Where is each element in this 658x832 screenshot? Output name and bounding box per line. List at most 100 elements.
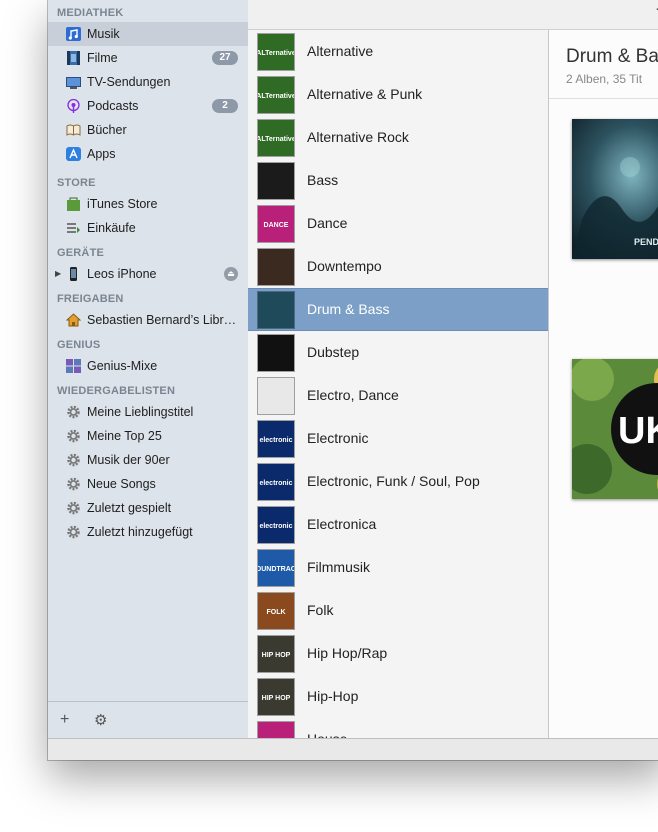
- sidebar-section-header: GERÄTE: [57, 247, 105, 259]
- genre-artwork: ALTernative: [256, 120, 296, 156]
- sidebar-item-label: Musik: [87, 27, 120, 41]
- sidebar-item-musik-der-90er[interactable]: Musik der 90er: [48, 448, 248, 472]
- divider: [549, 98, 658, 99]
- album-text: PENDUL: [634, 237, 658, 247]
- eject-icon[interactable]: ⏏: [224, 267, 238, 281]
- genre-artwork: [258, 378, 294, 414]
- genre-artwork: [258, 335, 294, 371]
- add-playlist-button[interactable]: +: [60, 711, 69, 729]
- sidebar-item-itunes-store[interactable]: iTunes Store: [48, 192, 248, 216]
- album-art-underwater: PENDUL: [572, 119, 658, 259]
- genre-title: Drum & Ba: [566, 46, 658, 67]
- genre-item-alternative-rock[interactable]: ALTernative Alternative Rock: [248, 116, 548, 159]
- genre-item-dance[interactable]: DANCE Dance: [248, 202, 548, 245]
- sidebar-item-label: Zuletzt hinzugefügt: [87, 525, 193, 539]
- genre-artwork: electronic: [258, 507, 294, 543]
- genre-label: House: [307, 718, 347, 738]
- genre-label: Folk: [307, 602, 334, 618]
- sidebar-item-leos-iphone[interactable]: ▶ Leos iPhone ⏏: [48, 262, 248, 286]
- sidebar-item-label: Podcasts: [87, 99, 139, 113]
- genre-label: Bass: [307, 172, 339, 188]
- genre-label: Filmmusik: [307, 559, 370, 575]
- top-bar: T: [248, 0, 658, 30]
- svg-text:electronic: electronic: [259, 523, 292, 530]
- genre-label: Hip Hop/Rap: [307, 645, 388, 661]
- svg-text:HIP HOP: HIP HOP: [262, 695, 291, 702]
- genre-label: Alternative Rock: [307, 129, 409, 145]
- sidebar-item-einkäufe[interactable]: Einkäufe: [48, 216, 248, 240]
- sidebar-item-bücher[interactable]: Bücher: [48, 118, 248, 142]
- genre-label: Dance: [307, 215, 348, 231]
- genre-artwork: [258, 249, 294, 285]
- genre-item-alternative-punk[interactable]: ALTernative Alternative & Punk: [248, 73, 548, 116]
- genre-label: Alternative: [307, 43, 374, 59]
- genre-item-electronic[interactable]: electronic Electronic: [248, 417, 548, 460]
- sidebar-section-header: FREIGABEN: [57, 293, 124, 305]
- sidebar-item-label: Musik der 90er: [87, 453, 170, 467]
- genre-artwork: [258, 163, 294, 199]
- status-bar: [48, 738, 658, 760]
- sidebar-item-musik[interactable]: Musik: [48, 22, 248, 46]
- genre-artwork: ALTernative: [256, 77, 296, 113]
- genre-detail-pane: Drum & Ba 2 Alben, 35 Tit PENDUL: [549, 30, 658, 738]
- genre-artwork: electronic: [258, 464, 294, 500]
- sidebar-item-filme[interactable]: Filme 27: [48, 46, 248, 70]
- genre-item-bass[interactable]: Bass: [248, 159, 548, 202]
- album-text: UK: [618, 410, 658, 452]
- album-cover-2[interactable]: UK: [572, 359, 658, 499]
- svg-text:HIP HOP: HIP HOP: [262, 652, 291, 659]
- sidebar-section-header: STORE: [57, 177, 96, 189]
- settings-gear-button[interactable]: ⚙: [94, 711, 107, 729]
- disclosure-triangle-icon[interactable]: ▶: [55, 262, 61, 286]
- sidebar-section-header: WIEDERGABELISTEN: [57, 385, 176, 397]
- genre-item-hip-hop-rap[interactable]: HIP HOP Hip Hop/Rap: [248, 632, 548, 675]
- sidebar-item-sebastien-bernard-s-libr[interactable]: Sebastien Bernard’s Libr…: [48, 308, 248, 332]
- sidebar-item-genius-mixe[interactable]: Genius-Mixe: [48, 354, 248, 378]
- genre-item-alternative[interactable]: ALTernative Alternative: [248, 30, 548, 73]
- svg-text:electronic: electronic: [259, 480, 292, 487]
- sidebar-item-label: iTunes Store: [87, 197, 158, 211]
- sidebar-item-label: Genius-Mixe: [87, 359, 158, 373]
- svg-text:ALTernative: ALTernative: [258, 93, 294, 100]
- sidebar-item-meine-top-25[interactable]: Meine Top 25: [48, 424, 248, 448]
- sidebar-item-label: Meine Lieblingstitel: [87, 405, 194, 419]
- genre-item-downtempo[interactable]: Downtempo: [248, 245, 548, 288]
- genre-item-filmmusik[interactable]: SOUNDTRACK Filmmusik: [248, 546, 548, 589]
- genre-label: Downtempo: [307, 258, 382, 274]
- genre-item-dubstep[interactable]: Dubstep: [248, 331, 548, 374]
- genre-item-hip-hop[interactable]: HIP HOP Hip-Hop: [248, 675, 548, 718]
- sidebar-item-label: Meine Top 25: [87, 429, 162, 443]
- genre-item-electronica[interactable]: electronic Electronica: [248, 503, 548, 546]
- genre-list: ALTernative Alternative ALTernative Alterna…: [248, 30, 549, 738]
- sidebar-item-label: Einkäufe: [87, 221, 136, 235]
- sidebar-item-label: Neue Songs: [87, 477, 156, 491]
- album-cover-1[interactable]: PENDUL: [572, 119, 658, 259]
- sidebar-item-meine-lieblingstitel[interactable]: Meine Lieblingstitel: [48, 400, 248, 424]
- sidebar-item-apps[interactable]: Apps: [48, 142, 248, 166]
- svg-text:DANCE: DANCE: [264, 222, 289, 229]
- genre-label: Drum & Bass: [307, 301, 390, 317]
- genre-item-electronic-funk-soul-pop[interactable]: electronic Electronic, Funk / Soul, Pop: [248, 460, 548, 503]
- sidebar-item-zuletzt-hinzugefügt[interactable]: Zuletzt hinzugefügt: [48, 520, 248, 544]
- genre-label: Electronica: [307, 516, 377, 532]
- sidebar-item-tv-sendungen[interactable]: TV-Sendungen: [48, 70, 248, 94]
- genre-artwork: FOLK: [258, 593, 294, 629]
- sidebar-item-podcasts[interactable]: Podcasts 2: [48, 94, 248, 118]
- sidebar-item-neue-songs[interactable]: Neue Songs: [48, 472, 248, 496]
- genre-artwork: HIP HOP: [258, 636, 294, 672]
- genre-label: Electro, Dance: [307, 387, 399, 403]
- sidebar-item-label: Apps: [87, 147, 116, 161]
- sidebar-sections: MEDIATHEK Musik Filme 27 TV-Sendungen Podcast…: [48, 0, 248, 546]
- svg-text:ALTernative: ALTernative: [258, 50, 294, 57]
- genre-item-folk[interactable]: FOLK Folk: [248, 589, 548, 632]
- sidebar-item-zuletzt-gespielt[interactable]: Zuletzt gespielt: [48, 496, 248, 520]
- itunes-window: MEDIATHEK Musik Filme 27 TV-Sendungen Podcast…: [48, 0, 658, 760]
- genre-label: Hip-Hop: [307, 688, 359, 704]
- genre-item-house[interactable]: House: [248, 718, 548, 738]
- genre-artwork: SOUNDTRACK: [251, 550, 301, 586]
- album-art-uk-dnb: UK: [572, 359, 658, 499]
- genre-artwork: electronic: [258, 421, 294, 457]
- genre-item-drum-bass[interactable]: Drum & Bass: [248, 288, 548, 331]
- genre-item-electro-dance[interactable]: Electro, Dance: [248, 374, 548, 417]
- genre-label: Electronic, Funk / Soul, Pop: [307, 473, 480, 489]
